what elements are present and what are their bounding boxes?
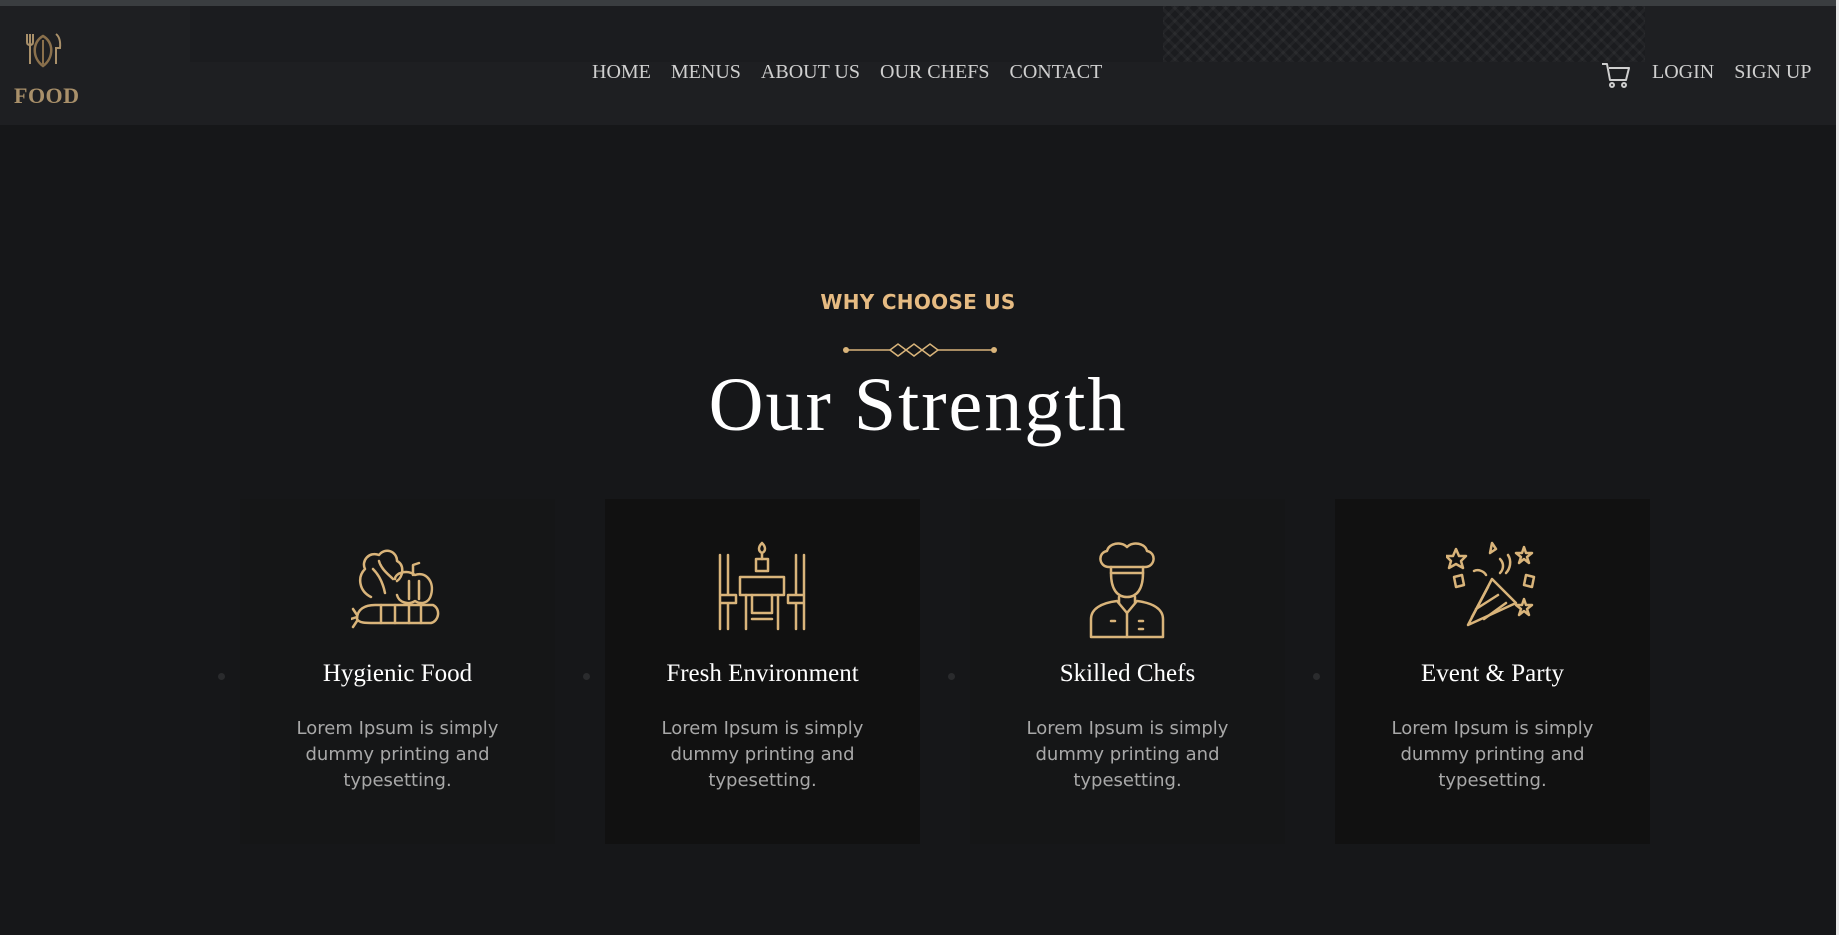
nav-contact[interactable]: CONTACT (1009, 60, 1102, 84)
feature-card-hygienic-food[interactable]: Hygienic Food Lorem Ipsum is simply dumm… (240, 499, 555, 844)
feature-card-fresh-environment[interactable]: Fresh Environment Lorem Ipsum is simply … (605, 499, 920, 844)
section-title: Our Strength (708, 363, 1128, 447)
nav-our-chefs[interactable]: OUR CHEFS (880, 60, 989, 84)
header-pattern (1163, 6, 1645, 62)
cart-icon[interactable] (1600, 58, 1632, 90)
carousel-dot (948, 673, 955, 680)
party-popper-icon (1446, 541, 1536, 627)
feature-title: Skilled Chefs (1059, 660, 1196, 687)
feature-card-skilled-chefs[interactable]: Skilled Chefs Lorem Ipsum is simply dumm… (970, 499, 1285, 844)
carousel-dot (218, 673, 225, 680)
nav-menus[interactable]: MENUS (671, 60, 741, 84)
login-link[interactable]: LOGIN (1652, 60, 1714, 84)
feature-title: Event & Party (1420, 660, 1565, 687)
section-kicker: WHY CHOOSE US (820, 290, 1016, 314)
feature-description: Lorem Ipsum is simply dummy printing and… (1026, 718, 1229, 791)
nav-about-us[interactable]: ABOUT US (761, 60, 860, 84)
chef-icon (1089, 542, 1165, 639)
feature-description: Lorem Ipsum is simply dummy printing and… (661, 718, 864, 791)
main-nav: HOME MENUS ABOUT US OUR CHEFS CONTACT (592, 60, 1102, 84)
ornament-divider (843, 343, 997, 357)
site-header: FOOD HOME MENUS ABOUT US OUR CHEFS CONTA… (0, 6, 1836, 125)
feature-card-event-party[interactable]: Event & Party Lorem Ipsum is simply dumm… (1335, 499, 1650, 844)
vegetables-icon (351, 549, 440, 629)
auth-links: LOGIN SIGN UP (1652, 60, 1811, 84)
feature-title: Fresh Environment (666, 660, 859, 687)
dining-table-icon (718, 541, 806, 631)
carousel-dot (1313, 673, 1320, 680)
feature-description: Lorem Ipsum is simply dummy printing and… (1391, 718, 1594, 791)
feature-title: Hygienic Food (322, 660, 473, 687)
signup-link[interactable]: SIGN UP (1734, 60, 1811, 84)
nav-home[interactable]: HOME (592, 60, 651, 84)
feature-description: Lorem Ipsum is simply dummy printing and… (296, 718, 499, 791)
logo[interactable]: FOOD (14, 28, 86, 108)
utensils-leaf-icon (26, 33, 62, 68)
brand-name: FOOD (14, 83, 80, 108)
carousel-dot (583, 673, 590, 680)
